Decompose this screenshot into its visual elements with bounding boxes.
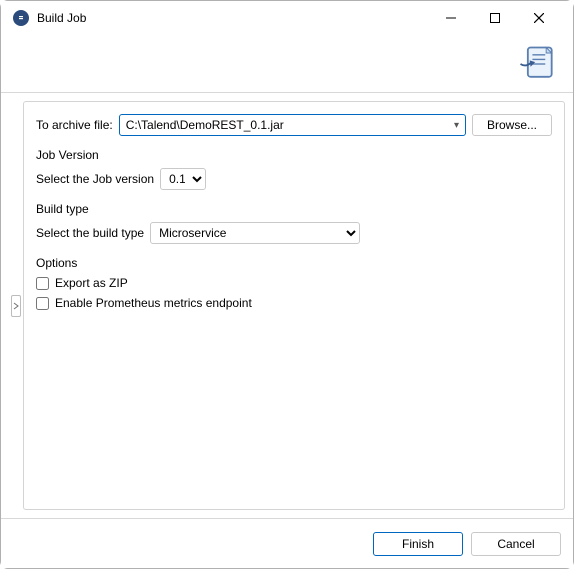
build-type-title: Build type [36,202,552,216]
prometheus-row: Enable Prometheus metrics endpoint [36,296,552,310]
minimize-icon [446,13,456,23]
archive-file-input[interactable] [126,118,448,132]
archive-file-label: To archive file: [36,118,113,132]
build-type-label: Select the build type [36,226,144,240]
archive-file-row: To archive file: ▾ Browse... [36,114,552,136]
job-version-title: Job Version [36,148,552,162]
maximize-button[interactable] [473,3,517,33]
job-version-select[interactable]: 0.1 [160,168,206,190]
minimize-button[interactable] [429,3,473,33]
export-zip-checkbox[interactable] [36,277,49,290]
export-zip-row: Export as ZIP [36,276,552,290]
prometheus-checkbox[interactable] [36,297,49,310]
side-gutter [9,101,23,510]
title-bar: Build Job [1,1,573,35]
export-job-icon [515,42,559,86]
close-button[interactable] [517,3,561,33]
finish-button[interactable]: Finish [373,532,463,556]
prometheus-label: Enable Prometheus metrics endpoint [55,296,252,310]
footer: Finish Cancel [1,518,573,568]
main-panel: To archive file: ▾ Browse... Job Version… [23,101,565,510]
build-type-group: Build type Select the build type Microse… [36,202,552,244]
chevron-down-icon: ▾ [448,120,459,131]
cancel-button[interactable]: Cancel [471,532,561,556]
expand-handle[interactable] [11,295,21,317]
maximize-icon [490,13,500,23]
export-zip-label: Export as ZIP [55,276,128,290]
options-title: Options [36,256,552,270]
close-icon [534,13,544,23]
options-group: Options Export as ZIP Enable Prometheus … [36,256,552,310]
app-icon [13,10,29,26]
build-type-select[interactable]: Microservice [150,222,360,244]
browse-button[interactable]: Browse... [472,114,552,136]
archive-file-combo[interactable]: ▾ [119,114,466,136]
banner [1,35,573,93]
content-area: To archive file: ▾ Browse... Job Version… [1,93,573,518]
job-version-group: Job Version Select the Job version 0.1 [36,148,552,190]
job-version-label: Select the Job version [36,172,154,186]
chevron-right-icon [12,302,20,310]
window-title: Build Job [37,11,86,25]
